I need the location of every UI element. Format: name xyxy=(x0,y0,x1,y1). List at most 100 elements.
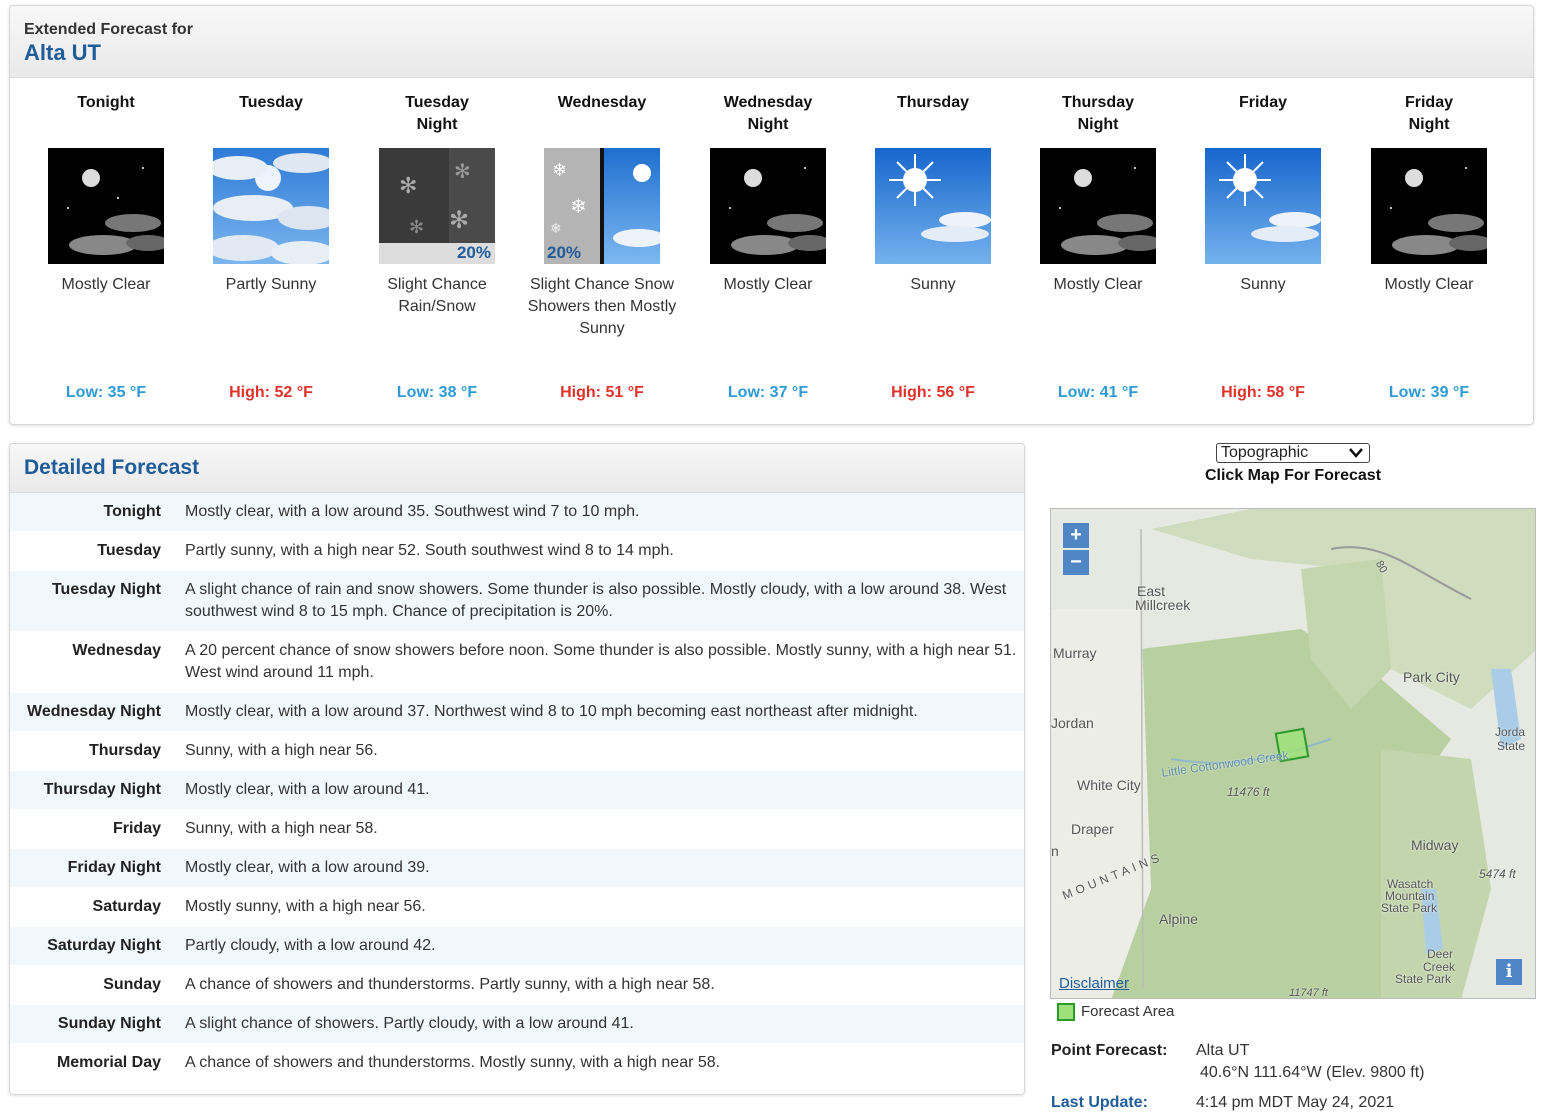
period-temperature: High: 52 °F xyxy=(229,384,313,401)
row-label: Friday Night xyxy=(67,859,161,876)
last-update-value: 4:14 pm MDT May 24, 2021 xyxy=(1196,1094,1395,1111)
period-name: Friday Night xyxy=(1404,94,1453,133)
period-temperature: Low: 37 °F xyxy=(727,384,809,401)
period-description: Partly Sunny xyxy=(225,276,317,293)
extended-forecast-header: Extended Forecast for Alta UT xyxy=(10,6,1533,78)
row-text: A slight chance of showers. Partly cloud… xyxy=(185,1015,634,1032)
forecast-period[interactable]: Tuesday Night ✻ ✻ ✻ ✻ 20% Slight Chance Rain… xyxy=(357,92,517,401)
forecast-period[interactable]: Friday Night Mostly Clear Low: 39 °F xyxy=(1349,92,1509,401)
period-name: Wednesday Night xyxy=(723,94,813,133)
forecast-period[interactable]: Thursday Sunny High: 56 °F xyxy=(853,92,1013,401)
period-temperature: High: 51 °F xyxy=(560,384,644,401)
point-forecast-name: Alta UT xyxy=(1196,1042,1250,1059)
map-label: State Park xyxy=(1381,901,1438,915)
row-label: Thursday Night xyxy=(43,781,161,798)
period-name: Thursday xyxy=(896,94,969,111)
period-temperature: Low: 38 °F xyxy=(396,384,478,401)
map-label: Midway xyxy=(1411,837,1459,853)
forecast-period[interactable]: Wednesday Night Mostly Clear Low: 37 °F xyxy=(688,92,848,401)
row-label: Memorial Day xyxy=(56,1054,161,1071)
map-label: n xyxy=(1051,843,1059,859)
sunny-icon[interactable] xyxy=(875,148,991,264)
row-label: Tuesday Night xyxy=(51,581,161,598)
map-label: Alpine xyxy=(1159,911,1198,927)
row-label: Sunday xyxy=(103,976,161,993)
row-label: Tonight xyxy=(103,503,161,520)
forecast-period[interactable]: Tuesday Partly Sunny High: 52 °F xyxy=(191,92,351,401)
forecast-period[interactable]: Thursday Night Mostly Clear Low: 41 °F xyxy=(1018,92,1178,401)
mostly-clear-night-icon[interactable] xyxy=(1040,148,1156,264)
map-label: Draper xyxy=(1071,821,1114,837)
period-name: Thursday Night xyxy=(1061,94,1134,133)
point-forecast-label: Point Forecast: xyxy=(1051,1042,1168,1059)
detailed-forecast-table: Tonight Mostly clear, with a low around 3… xyxy=(10,493,1024,1083)
svg-text:✻: ✻ xyxy=(399,173,417,198)
table-row: Thursday Night Mostly clear, with a low a… xyxy=(10,771,1024,810)
table-row: Sunday A chance of showers and thundersto… xyxy=(10,966,1024,1005)
forecast-period[interactable]: Friday Sunny High: 58 °F xyxy=(1183,92,1343,401)
map-legend: Forecast Area xyxy=(1057,1003,1174,1022)
location-title: Alta UT xyxy=(24,40,101,65)
table-row: Tonight Mostly clear, with a low around 3… xyxy=(10,493,1024,532)
period-temperature: Low: 39 °F xyxy=(1388,384,1470,401)
last-update-label[interactable]: Last Update: xyxy=(1051,1094,1148,1112)
map-label: Murray xyxy=(1053,645,1097,661)
period-description: Mostly Clear xyxy=(723,276,813,293)
mostly-clear-night-icon[interactable] xyxy=(1371,148,1487,264)
map-label: Millcreek xyxy=(1135,597,1191,613)
svg-text:✻: ✻ xyxy=(454,161,471,183)
row-label: Thursday xyxy=(88,742,161,759)
map-terrain xyxy=(1051,509,1535,998)
map-type-select[interactable]: Topographic xyxy=(1216,443,1370,463)
row-text: Mostly clear, with a low around 37. Nort… xyxy=(185,703,918,720)
map-label: 5474 ft xyxy=(1479,867,1516,881)
detailed-forecast-panel: Detailed Forecast Tonight Mostly clear, w… xyxy=(9,443,1025,1095)
mostly-clear-night-icon[interactable] xyxy=(710,148,826,264)
rain-snow-icon[interactable]: ✻ ✻ ✻ ✻ 20% xyxy=(379,148,495,264)
chevron-down-icon xyxy=(1347,445,1365,466)
table-row: Saturday Night Partly cloudy, with a low … xyxy=(10,927,1024,966)
map-caption: Click Map For Forecast xyxy=(1204,467,1382,484)
table-row: Friday Night Mostly clear, with a low aro… xyxy=(10,849,1024,888)
point-forecast-coords: 40.6°N 111.64°W (Elev. 9800 ft) xyxy=(1200,1064,1425,1081)
info-icon[interactable]: i xyxy=(1496,959,1522,985)
row-text: Sunny, with a high near 58. xyxy=(185,820,378,837)
disclaimer-link[interactable]: Disclaimer xyxy=(1059,975,1129,992)
row-label: Sunday Night xyxy=(57,1015,161,1032)
zoom-out-button[interactable]: − xyxy=(1063,550,1089,575)
row-text: A chance of showers and thunderstorms. M… xyxy=(185,1054,721,1071)
forecast-map[interactable]: + − East Millcreek Murray Park City Jord… xyxy=(1050,508,1536,999)
map-label: State Park xyxy=(1395,972,1452,986)
row-text: Mostly clear, with a low around 35. Sout… xyxy=(185,503,640,520)
svg-text:❄: ❄ xyxy=(552,160,567,180)
row-text: Sunny, with a high near 56. xyxy=(185,742,378,759)
forecast-period[interactable]: Wednesday ❄ ❄ ❄ 20% Slight Chance Snow Sho… xyxy=(522,92,682,401)
partly-sunny-icon[interactable] xyxy=(213,148,329,264)
row-label: Tuesday xyxy=(97,542,161,559)
period-description: Sunny xyxy=(1240,276,1286,293)
map-label: 11476 ft xyxy=(1227,785,1270,799)
map-label: Deer xyxy=(1427,947,1454,961)
forecast-period[interactable]: Tonight Mostly Clear Low: 35 °F xyxy=(26,92,186,401)
period-description: Sunny xyxy=(910,276,956,293)
row-label: Wednesday Night xyxy=(27,703,161,720)
table-row: Wednesday A 20 percent chance of snow sho… xyxy=(10,632,1024,693)
map-label: State xyxy=(1497,739,1526,753)
period-description: Slight Chance Snow Showers then Mostly S… xyxy=(527,276,677,337)
map-label: Park City xyxy=(1403,669,1460,685)
zoom-in-button[interactable]: + xyxy=(1063,523,1089,548)
row-text: A 20 percent chance of snow showers befo… xyxy=(185,642,1017,681)
svg-text:✻: ✻ xyxy=(409,217,424,237)
period-name: Wednesday xyxy=(557,94,647,111)
table-row: Sunday Night A slight chance of showers. … xyxy=(10,1005,1024,1044)
mostly-clear-night-icon[interactable] xyxy=(48,148,164,264)
row-label: Wednesday xyxy=(72,642,161,659)
map-label: White City xyxy=(1077,777,1141,793)
row-text: Partly sunny, with a high near 52. South… xyxy=(185,542,674,559)
period-name: Tuesday Night xyxy=(405,94,469,133)
extended-forecast-panel: Extended Forecast for Alta UT Tonight Mo… xyxy=(9,5,1534,425)
snow-then-sunny-icon[interactable]: ❄ ❄ ❄ 20% xyxy=(544,148,660,264)
period-temperature: High: 58 °F xyxy=(1221,384,1305,401)
svg-text:❄: ❄ xyxy=(550,220,562,236)
sunny-icon[interactable] xyxy=(1205,148,1321,264)
